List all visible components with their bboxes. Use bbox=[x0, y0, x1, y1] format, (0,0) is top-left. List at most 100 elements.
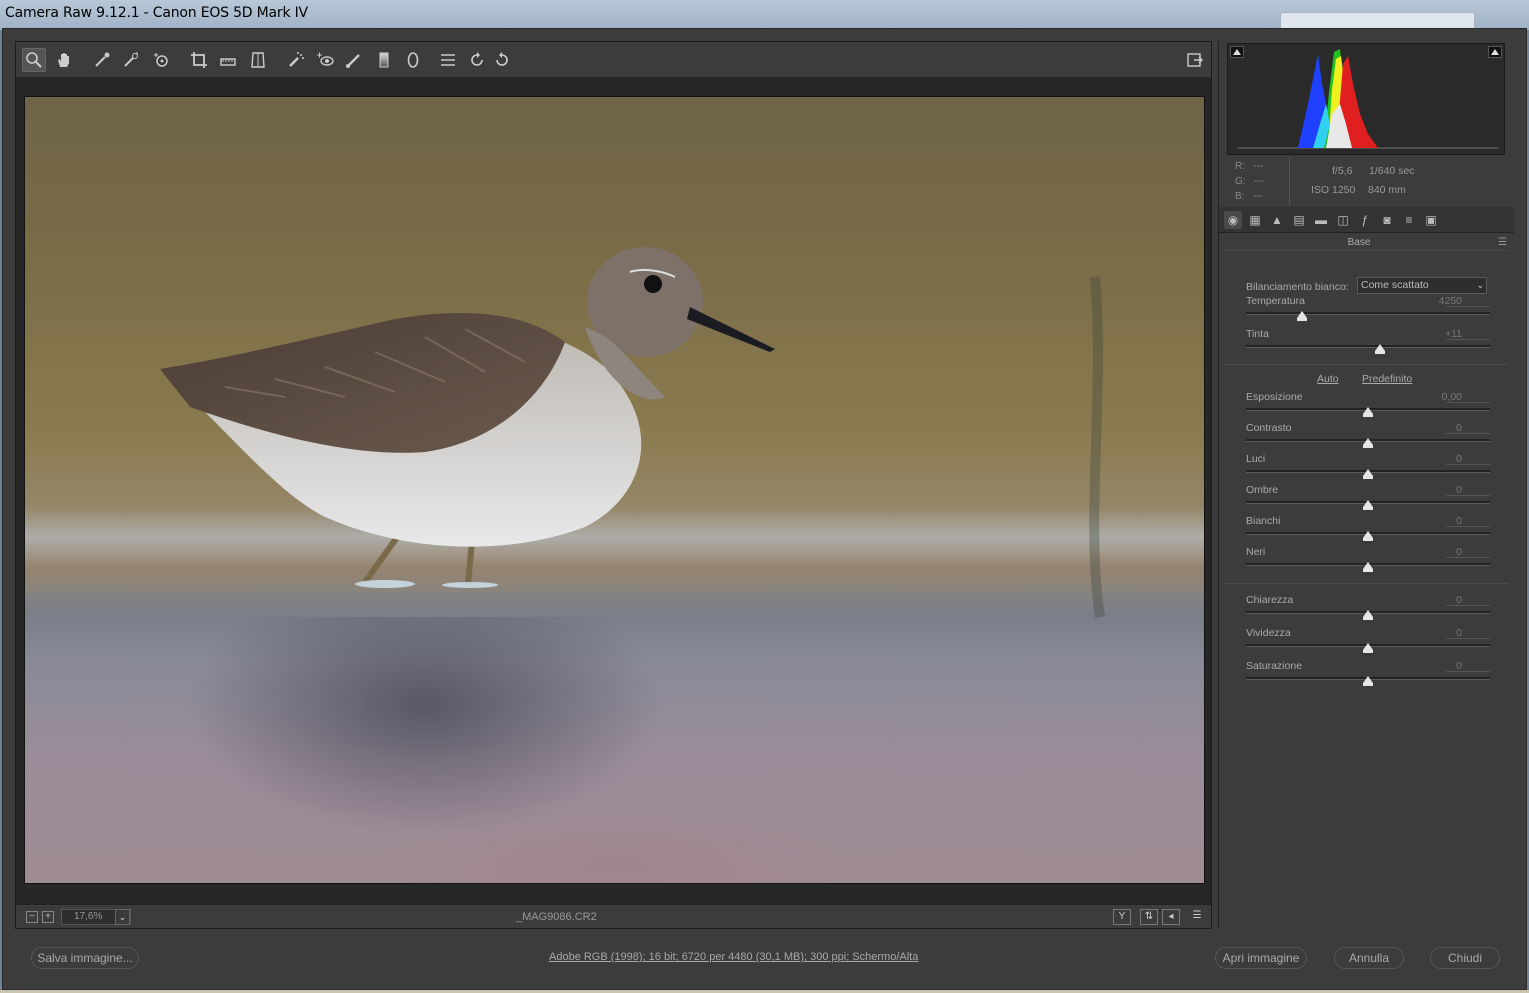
image-pane: − + 17,6% ⌄ _MAG9086.CR2 Y ⇅ ◂ ☰ bbox=[15, 41, 1212, 929]
slider-thumb[interactable] bbox=[1363, 643, 1373, 653]
adjustment-brush-icon[interactable] bbox=[342, 48, 366, 72]
slider-thumb[interactable] bbox=[1363, 438, 1373, 448]
done-button[interactable]: Chiudi bbox=[1430, 947, 1500, 969]
zoom-icon[interactable] bbox=[22, 48, 46, 72]
tab-lens-icon[interactable]: ◫ bbox=[1334, 211, 1352, 229]
slider-label: Luci bbox=[1246, 453, 1266, 465]
slider-label: Vividezza bbox=[1246, 627, 1291, 639]
slider-esposizione[interactable]: Esposizione 0,00 bbox=[1246, 391, 1490, 421]
zoom-level-value: 17,6% bbox=[74, 911, 103, 922]
slider-track[interactable] bbox=[1246, 345, 1490, 348]
slider-thumb[interactable] bbox=[1375, 344, 1386, 354]
save-image-button[interactable]: Salva immagine... bbox=[31, 947, 139, 969]
transform-icon[interactable] bbox=[246, 48, 270, 72]
readout-divider bbox=[1289, 157, 1290, 205]
slider-track[interactable] bbox=[1246, 312, 1490, 315]
straighten-icon[interactable] bbox=[216, 48, 240, 72]
tab-hsl-icon[interactable]: ▤ bbox=[1290, 211, 1308, 229]
slider-thumb[interactable] bbox=[1363, 676, 1373, 686]
before-after-view-icon[interactable]: Y bbox=[1113, 909, 1131, 925]
slider-neri[interactable]: Neri 0 bbox=[1246, 546, 1490, 576]
white-balance-value: Come scattato bbox=[1361, 279, 1429, 291]
slider-value-underline bbox=[1446, 605, 1490, 606]
slider-chiarezza[interactable]: Chiarezza 0 bbox=[1246, 594, 1490, 624]
title-bar: Camera Raw 9.12.1 - Canon EOS 5D Mark IV bbox=[0, 0, 1529, 30]
slider-temperatura[interactable]: Temperatura 4250 bbox=[1246, 295, 1490, 325]
slider-value-underline bbox=[1446, 557, 1490, 558]
r-label: R: bbox=[1235, 161, 1245, 172]
red-eye-icon[interactable] bbox=[313, 48, 337, 72]
preferences-icon[interactable] bbox=[436, 48, 460, 72]
slider-thumb[interactable] bbox=[1363, 469, 1373, 479]
slider-thumb[interactable] bbox=[1363, 531, 1373, 541]
slider-saturazione[interactable]: Saturazione 0 bbox=[1246, 660, 1490, 690]
tab-presets-icon[interactable]: ≡ bbox=[1400, 211, 1418, 229]
b-value: --- bbox=[1252, 191, 1263, 202]
slider-label: Tinta bbox=[1246, 328, 1269, 340]
zoom-in-button[interactable]: + bbox=[42, 911, 54, 923]
radial-filter-icon[interactable] bbox=[401, 48, 425, 72]
window-title: Camera Raw 9.12.1 - Canon EOS 5D Mark IV bbox=[5, 5, 308, 21]
crop-icon[interactable] bbox=[187, 48, 211, 72]
g-value: --- bbox=[1253, 176, 1264, 187]
histogram-graph bbox=[1238, 49, 1498, 149]
slider-value-underline bbox=[1446, 433, 1490, 434]
workflow-options-link[interactable]: Adobe RGB (1998); 16 bit; 6720 per 4480 … bbox=[549, 951, 918, 963]
histogram bbox=[1227, 43, 1505, 155]
slider-thumb[interactable] bbox=[1363, 500, 1373, 510]
shutter-speed: 1/640 sec bbox=[1369, 165, 1415, 177]
cancel-button[interactable]: Annulla bbox=[1334, 947, 1404, 969]
tab-snapshots-icon[interactable]: ▣ bbox=[1422, 211, 1440, 229]
toggle-settings-icon[interactable]: ☰ bbox=[1188, 909, 1206, 925]
image-preview[interactable] bbox=[24, 96, 1205, 884]
slider-label: Ombre bbox=[1246, 484, 1279, 496]
slider-thumb[interactable] bbox=[1363, 562, 1373, 572]
slider-value-underline bbox=[1446, 402, 1490, 403]
spot-removal-icon[interactable] bbox=[284, 48, 308, 72]
open-image-button[interactable]: Apri immagine bbox=[1215, 947, 1307, 969]
slider-thumb[interactable] bbox=[1297, 311, 1308, 321]
copy-settings-icon[interactable]: ◂ bbox=[1162, 909, 1180, 925]
hand-icon[interactable] bbox=[52, 48, 76, 72]
rgb-readout: R: --- G: --- B: --- bbox=[1235, 159, 1264, 204]
swap-settings-icon[interactable]: ⇅ bbox=[1140, 909, 1158, 925]
slider-thumb[interactable] bbox=[1363, 407, 1373, 417]
panel-tabs: ◉ ▦ ▲ ▤ ▬ ◫ ƒ ◙ ≡ ▣ bbox=[1219, 207, 1514, 233]
tab-camera-calibration-icon[interactable]: ◙ bbox=[1378, 211, 1396, 229]
slider-value-underline bbox=[1446, 638, 1490, 639]
aperture: f/5,6 bbox=[1332, 165, 1353, 177]
slider-label: Contrasto bbox=[1246, 422, 1292, 434]
white-balance-icon[interactable] bbox=[90, 48, 114, 72]
slider-label: Neri bbox=[1246, 546, 1266, 558]
tab-tone-curve-icon[interactable]: ▦ bbox=[1246, 211, 1264, 229]
slider-thumb[interactable] bbox=[1363, 610, 1373, 620]
auto-link[interactable]: Auto bbox=[1317, 373, 1339, 385]
slider-bianchi[interactable]: Bianchi 0 bbox=[1246, 515, 1490, 545]
slider-value-underline bbox=[1446, 464, 1490, 465]
fullscreen-icon[interactable] bbox=[1183, 48, 1207, 72]
zoom-out-button[interactable]: − bbox=[26, 911, 38, 923]
panel-menu-icon[interactable]: ☰ bbox=[1498, 237, 1507, 248]
graduated-filter-icon[interactable] bbox=[372, 48, 396, 72]
chevron-down-icon[interactable]: ⌄ bbox=[115, 909, 130, 925]
color-sampler-icon[interactable] bbox=[119, 48, 143, 72]
tab-split-toning-icon[interactable]: ▬ bbox=[1312, 211, 1330, 229]
slider-vividezza[interactable]: Vividezza 0 bbox=[1246, 627, 1490, 657]
rotate-left-icon[interactable] bbox=[465, 48, 489, 72]
slider-luci[interactable]: Luci 0 bbox=[1246, 453, 1490, 483]
zoom-level-select[interactable]: 17,6% ⌄ bbox=[61, 909, 131, 925]
target-adjust-icon[interactable] bbox=[149, 48, 173, 72]
default-link[interactable]: Predefinito bbox=[1362, 373, 1412, 385]
tab-basic-icon[interactable]: ◉ bbox=[1224, 211, 1242, 229]
slider-ombre[interactable]: Ombre 0 bbox=[1246, 484, 1490, 514]
white-balance-select[interactable]: Come scattato ⌄ bbox=[1357, 277, 1487, 294]
divider bbox=[1223, 250, 1509, 251]
rotate-right-icon[interactable] bbox=[490, 48, 514, 72]
slider-label: Esposizione bbox=[1246, 391, 1303, 403]
tab-effects-icon[interactable]: ƒ bbox=[1356, 211, 1374, 229]
preview-status-bar: − + 17,6% ⌄ _MAG9086.CR2 Y ⇅ ◂ ☰ bbox=[16, 904, 1211, 928]
slider-tinta[interactable]: Tinta +11 bbox=[1246, 328, 1490, 358]
slider-contrasto[interactable]: Contrasto 0 bbox=[1246, 422, 1490, 452]
tab-detail-icon[interactable]: ▲ bbox=[1268, 211, 1286, 229]
slider-value-underline bbox=[1446, 339, 1490, 340]
